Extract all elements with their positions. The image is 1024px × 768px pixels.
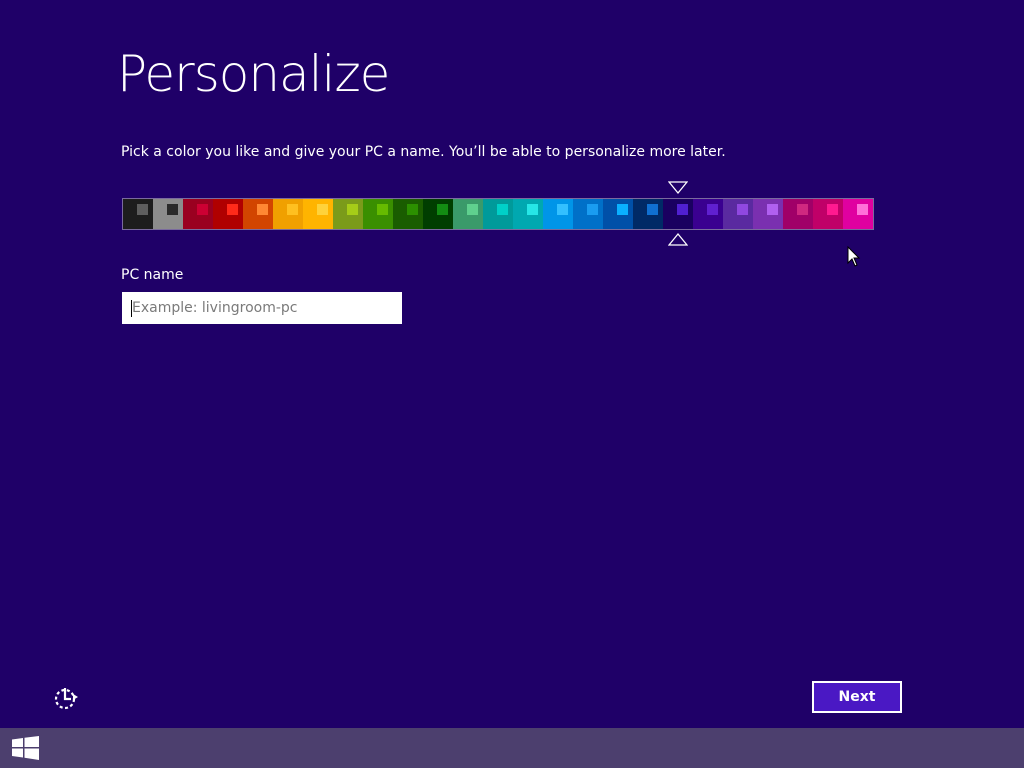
pc-name-label: PC name xyxy=(121,267,184,283)
selection-marker-bottom-icon xyxy=(668,232,688,246)
color-swatch[interactable] xyxy=(363,199,393,229)
color-swatch-accent xyxy=(587,204,598,215)
taskbar xyxy=(0,728,1024,768)
color-swatch-accent xyxy=(287,204,298,215)
color-swatch[interactable] xyxy=(753,199,783,229)
color-swatch[interactable] xyxy=(213,199,243,229)
selection-marker-top-icon xyxy=(668,181,688,195)
color-swatch-accent xyxy=(257,204,268,215)
color-swatch[interactable] xyxy=(483,199,513,229)
text-caret xyxy=(131,300,132,317)
setup-page: Personalize Pick a color you like and gi… xyxy=(0,0,1024,728)
color-swatch-accent xyxy=(497,204,508,215)
page-title: Personalize xyxy=(117,45,390,103)
color-palette xyxy=(122,198,874,230)
color-swatch-accent xyxy=(407,204,418,215)
color-swatch[interactable] xyxy=(843,199,873,229)
color-swatch[interactable] xyxy=(633,199,663,229)
next-button[interactable]: Next xyxy=(812,681,902,713)
color-swatch[interactable] xyxy=(393,199,423,229)
color-swatch-accent xyxy=(167,204,178,215)
pc-name-input[interactable] xyxy=(122,292,402,324)
windows-logo-icon[interactable] xyxy=(12,736,39,760)
color-swatch[interactable] xyxy=(663,199,693,229)
color-swatch-accent xyxy=(797,204,808,215)
color-swatch-accent xyxy=(347,204,358,215)
color-swatch[interactable] xyxy=(183,199,213,229)
color-swatch-accent xyxy=(377,204,388,215)
color-swatch[interactable] xyxy=(153,199,183,229)
color-swatch-accent xyxy=(617,204,628,215)
mouse-pointer-icon xyxy=(847,246,861,267)
color-swatch[interactable] xyxy=(783,199,813,229)
color-swatch-accent xyxy=(677,204,688,215)
color-swatch-accent xyxy=(197,204,208,215)
color-swatch-accent xyxy=(707,204,718,215)
color-swatch-accent xyxy=(647,204,658,215)
color-swatch-accent xyxy=(227,204,238,215)
color-swatch[interactable] xyxy=(273,199,303,229)
color-swatch[interactable] xyxy=(423,199,453,229)
color-swatch-accent xyxy=(317,204,328,215)
ease-of-access-icon[interactable] xyxy=(52,684,80,712)
color-swatch-accent xyxy=(557,204,568,215)
color-swatch-accent xyxy=(827,204,838,215)
color-swatch[interactable] xyxy=(243,199,273,229)
color-swatch[interactable] xyxy=(723,199,753,229)
color-swatch-accent xyxy=(437,204,448,215)
color-swatch[interactable] xyxy=(603,199,633,229)
color-swatch-accent xyxy=(857,204,868,215)
color-swatch[interactable] xyxy=(813,199,843,229)
color-swatch-accent xyxy=(767,204,778,215)
page-subtitle: Pick a color you like and give your PC a… xyxy=(121,144,726,160)
color-swatch[interactable] xyxy=(453,199,483,229)
color-swatch[interactable] xyxy=(303,199,333,229)
color-swatch[interactable] xyxy=(573,199,603,229)
color-swatch[interactable] xyxy=(333,199,363,229)
color-swatch-accent xyxy=(737,204,748,215)
color-swatch[interactable] xyxy=(543,199,573,229)
color-swatch[interactable] xyxy=(123,199,153,229)
color-swatch-accent xyxy=(137,204,148,215)
color-swatch[interactable] xyxy=(513,199,543,229)
color-swatch-accent xyxy=(467,204,478,215)
color-swatch-accent xyxy=(527,204,538,215)
color-swatch[interactable] xyxy=(693,199,723,229)
